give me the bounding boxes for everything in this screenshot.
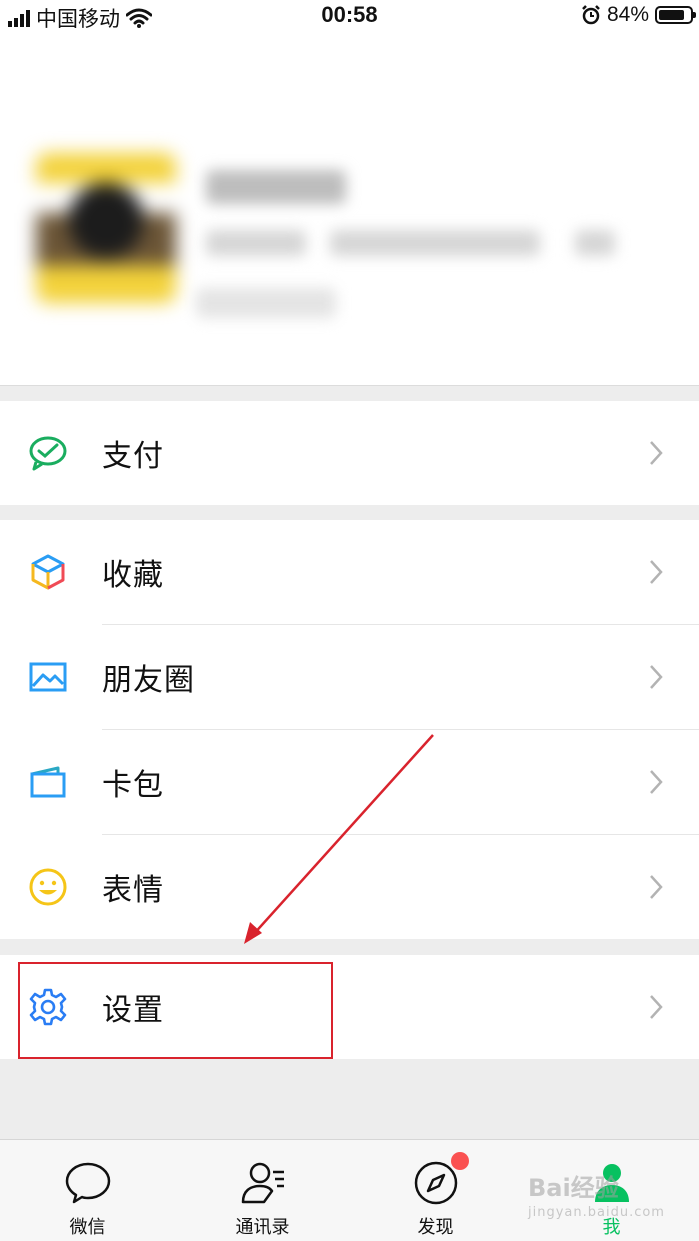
chevron-right-icon <box>650 665 663 689</box>
contacts-icon <box>241 1162 284 1204</box>
battery-icon <box>655 6 696 24</box>
menu-item-cards[interactable]: 卡包 <box>0 730 699 834</box>
avatar[interactable] <box>36 153 176 303</box>
menu-item-label: 卡包 <box>102 768 164 803</box>
me-icon <box>594 1164 629 1202</box>
menu-item-label: 支付 <box>102 439 164 474</box>
group-services: 收藏 朋友圈 卡包 表情 <box>0 520 699 939</box>
menu-item-pay[interactable]: 支付 <box>0 401 699 505</box>
qr-code-blur[interactable] <box>575 230 615 256</box>
battery-percent: 84% <box>606 3 649 26</box>
favorites-icon <box>31 554 65 590</box>
tab-bar: 微信 通讯录 发现 我 <box>0 1139 699 1241</box>
nickname-blur <box>206 170 346 204</box>
chevron-right-icon <box>650 770 663 794</box>
tab-label: 微信 <box>69 1217 106 1238</box>
status-bar: 中国移动 00:58 84% <box>0 0 699 31</box>
compass-icon <box>414 1161 457 1205</box>
menu-item-moments[interactable]: 朋友圈 <box>0 625 699 729</box>
wechat-id-blur <box>330 230 540 256</box>
tab-label: 通讯录 <box>235 1217 290 1238</box>
tab-label: 我 <box>602 1217 621 1238</box>
menu-item-stickers[interactable]: 表情 <box>0 835 699 939</box>
highlight-box <box>18 962 333 1059</box>
alarm-icon <box>582 5 600 25</box>
menu-item-label: 收藏 <box>102 558 164 593</box>
profile-header[interactable] <box>0 30 699 386</box>
smiley-icon <box>29 868 67 906</box>
tab-me[interactable]: 我 <box>524 1140 699 1241</box>
chevron-right-icon <box>650 995 663 1019</box>
group-pay: 支付 <box>0 401 699 505</box>
notification-badge <box>451 1152 469 1170</box>
card-wallet-icon <box>30 766 66 798</box>
status-blur[interactable] <box>196 288 336 318</box>
tab-chats[interactable]: 微信 <box>0 1140 175 1241</box>
pay-icon <box>29 436 67 471</box>
tab-discover[interactable]: 发现 <box>348 1140 523 1241</box>
tab-label: 发现 <box>417 1217 454 1238</box>
moments-icon <box>29 662 67 692</box>
tab-contacts[interactable]: 通讯录 <box>175 1140 350 1241</box>
menu-item-label: 表情 <box>102 873 164 908</box>
menu-item-favorites[interactable]: 收藏 <box>0 520 699 624</box>
chat-icon <box>65 1162 110 1204</box>
wechat-id-blur <box>206 230 306 256</box>
menu-item-label: 朋友圈 <box>102 663 195 698</box>
chevron-right-icon <box>650 441 663 465</box>
chevron-right-icon <box>650 560 663 584</box>
chevron-right-icon <box>650 875 663 899</box>
